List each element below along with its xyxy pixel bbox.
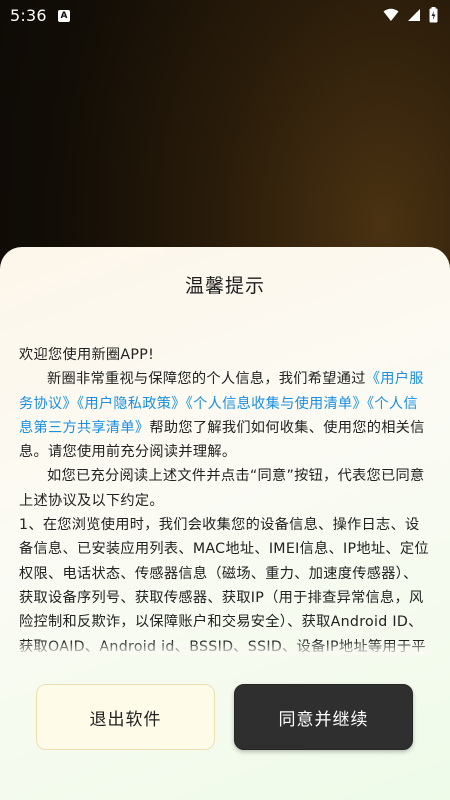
dialog-content[interactable]: 欢迎您使用新圈APP! 新圈非常重视与保障您的个人信息，我们希望通过《用户服务协… xyxy=(19,343,432,655)
wifi-icon xyxy=(383,8,399,21)
status-bar: 5:36 A xyxy=(0,0,450,32)
consent-paragraph: 如您已充分阅读上述文件并点击“同意”按钮，代表您已同意上述协议及以下约定。 xyxy=(19,468,425,509)
notification-a-icon: A xyxy=(58,10,70,22)
intro-paragraph: 新圈非常重视与保障您的个人信息，我们希望通过《用户服务协议》《用户隐私政策》《个… xyxy=(19,367,432,464)
privacy-dialog: 温馨提示 欢迎您使用新圈APP! 新圈非常重视与保障您的个人信息，我们希望通过《… xyxy=(0,247,450,800)
agree-continue-button[interactable]: 同意并继续 xyxy=(234,684,413,750)
battery-icon xyxy=(429,7,438,23)
status-time: 5:36 xyxy=(10,6,47,25)
link-info-collection-list[interactable]: 《个人信息收集与使用清单》 xyxy=(186,396,367,412)
link-privacy-policy[interactable]: 《用户隐私政策》 xyxy=(77,396,186,412)
system-icons xyxy=(383,7,438,23)
greeting-text: 欢迎您使用新圈APP! xyxy=(19,347,155,363)
dialog-title: 温馨提示 xyxy=(184,275,265,297)
signal-icon xyxy=(408,9,420,21)
exit-app-button[interactable]: 退出软件 xyxy=(36,684,215,750)
intro-text: 新圈非常重视与保障您的个人信息，我们希望通过 xyxy=(47,371,366,388)
terms-item-1: 1、在您浏览使用时，我们会收集您的设备信息、操作日志、设备信息、已安装应用列表、… xyxy=(19,517,429,655)
